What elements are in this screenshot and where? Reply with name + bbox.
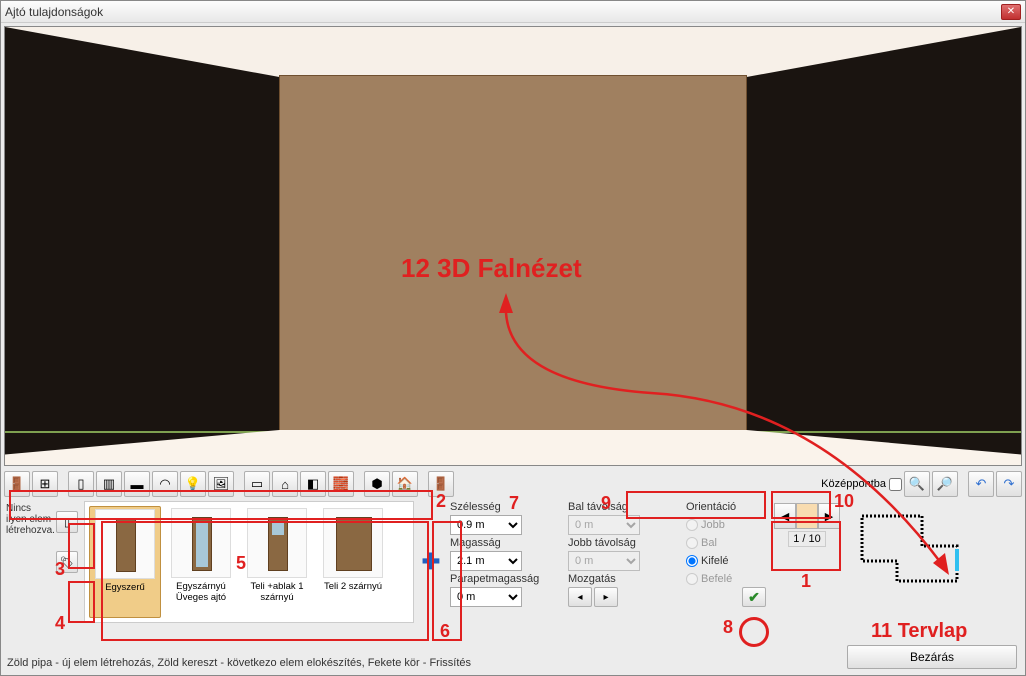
height-label: Magasság <box>450 537 560 549</box>
status-bar: Zöld pipa - új elem létrehozás, Zöld ker… <box>7 657 471 669</box>
annotation-11: 11 Tervlap <box>871 620 967 643</box>
move-left-button[interactable]: ◂ <box>568 587 592 607</box>
tool-exit-icon[interactable]: 🚪 <box>428 471 454 497</box>
wall-indicator-icon <box>796 503 818 529</box>
3d-viewport[interactable] <box>4 26 1022 466</box>
tool-brick-icon[interactable]: 🧱 <box>328 471 354 497</box>
gallery-label: Egyszárnyú Üveges ajtó <box>167 581 235 603</box>
right-dist-label: Jobb távolság <box>568 537 678 549</box>
gallery-item[interactable]: Egyszerű <box>89 506 161 618</box>
orient-left-radio[interactable]: Bal <box>686 537 766 549</box>
tool-house-icon[interactable]: 🏠 <box>392 471 418 497</box>
undo-icon[interactable]: ↶ <box>968 471 994 497</box>
wall-next-button[interactable]: ▶ <box>818 503 840 529</box>
redo-icon[interactable]: ↷ <box>996 471 1022 497</box>
side-buttons: ▯ 🏷 <box>56 501 80 623</box>
tool-picture-icon[interactable]: 🖼 <box>208 471 234 497</box>
scroll-up-button[interactable]: ▯ <box>56 511 78 533</box>
tool-door-icon[interactable]: 🚪 <box>4 471 30 497</box>
orient-label: Orientáció <box>686 501 766 513</box>
style-button[interactable]: 🏷 <box>56 551 78 573</box>
titlebar: Ajtó tulajdonságok ✕ <box>1 1 1025 23</box>
tool-slab-icon[interactable]: ▬ <box>124 471 150 497</box>
gallery-item[interactable]: Teli +ablak 1 szárnyú <box>241 506 313 618</box>
dialog-content: 🚪 ⊞ ▯ ▥ ▬ ◠ 💡 🖼 ▭ ⌂ ◧ 🧱 ⬢ 🏠 🚪 Középpontb… <box>1 23 1025 675</box>
tool-window-icon[interactable]: ⊞ <box>32 471 58 497</box>
gallery-thumb <box>323 508 383 578</box>
move-label: Mozgatás <box>568 573 678 585</box>
move-right-button[interactable]: ▸ <box>594 587 618 607</box>
parapet-select[interactable]: 0 m <box>450 587 522 607</box>
wall-page-number: 1 / 10 <box>788 531 826 547</box>
center-checkbox-label[interactable]: Középpontba <box>821 478 902 491</box>
wall-nav: ◀ ▶ 1 / 10 <box>772 501 842 623</box>
tool-opening-icon[interactable]: ▯ <box>68 471 94 497</box>
close-button[interactable]: Bezárás <box>847 645 1017 669</box>
center-checkbox[interactable] <box>889 478 902 491</box>
room-render <box>5 27 1021 465</box>
lower-panel: Nincs ilyen elem létrehozva. ▯ 🏷 Egyszer… <box>4 501 1022 623</box>
tool-double-icon[interactable]: ▥ <box>96 471 122 497</box>
plan-preview <box>842 501 1022 623</box>
left-dist-select: 0 m <box>568 515 640 535</box>
gallery-thumb <box>95 509 155 579</box>
wall-prev-button[interactable]: ◀ <box>774 503 796 529</box>
add-column: ✚ <box>418 501 444 623</box>
gallery-item[interactable]: Egyszárnyú Üveges ajtó <box>165 506 237 618</box>
orient-right-radio[interactable]: Jobb <box>686 519 766 531</box>
door-gallery[interactable]: Egyszerű Egyszárnyú Üveges ajtó Teli +ab… <box>84 501 414 623</box>
gallery-item[interactable]: Teli 2 szárnyú <box>317 506 389 618</box>
height-select[interactable]: 2.1 m <box>450 551 522 571</box>
orient-out-radio[interactable]: Kifelé <box>686 555 766 567</box>
left-dist-label: Bal távolság <box>568 501 678 513</box>
toolbar: 🚪 ⊞ ▯ ▥ ▬ ◠ 💡 🖼 ▭ ⌂ ◧ 🧱 ⬢ 🏠 🚪 Középpontb… <box>4 470 1022 498</box>
window-close-button[interactable]: ✕ <box>1001 4 1021 20</box>
dialog-window: Ajtó tulajdonságok ✕ 🚪 ⊞ ▯ ▥ ▬ ◠ 💡 🖼 <box>0 0 1026 676</box>
add-button[interactable]: ✚ <box>422 549 440 575</box>
zoom-fit-icon[interactable]: 🔍 <box>904 471 930 497</box>
gallery-thumb <box>171 508 231 578</box>
gallery-label: Teli +ablak 1 szárnyú <box>243 581 311 603</box>
zoom-out-icon[interactable]: 🔎 <box>932 471 958 497</box>
gallery-label: Egyszerű <box>92 582 158 604</box>
back-wall <box>279 75 746 432</box>
tool-arch-icon[interactable]: ◠ <box>152 471 178 497</box>
tool-layer-icon[interactable]: ◧ <box>300 471 326 497</box>
tool-lamp-icon[interactable]: 💡 <box>180 471 206 497</box>
right-wall <box>744 27 1021 465</box>
orient-in-radio[interactable]: Befelé <box>686 573 766 585</box>
confirm-button[interactable]: ✔ <box>742 587 766 607</box>
tool-roof-icon[interactable]: ⌂ <box>272 471 298 497</box>
center-label-text: Középpontba <box>821 478 886 490</box>
window-title: Ajtó tulajdonságok <box>5 5 103 19</box>
right-dist-select: 0 m <box>568 551 640 571</box>
plan-svg[interactable] <box>852 501 972 591</box>
width-select[interactable]: 0.9 m <box>450 515 522 535</box>
no-element-message: Nincs ilyen elem létrehozva. <box>4 501 56 623</box>
parapet-label: Parapetmagasság <box>450 573 560 585</box>
tool-ceiling-icon[interactable]: ▭ <box>244 471 270 497</box>
gallery-label: Teli 2 szárnyú <box>319 581 387 603</box>
move-buttons: ◂ ▸ <box>568 587 678 607</box>
annotation-6: 6 <box>440 621 450 642</box>
width-label: Szélesség <box>450 501 560 513</box>
tool-3d-icon[interactable]: ⬢ <box>364 471 390 497</box>
properties-panel: Szélesség Bal távolság Orientáció 0.9 m … <box>444 501 772 623</box>
gallery-thumb <box>247 508 307 578</box>
left-wall <box>5 27 282 465</box>
